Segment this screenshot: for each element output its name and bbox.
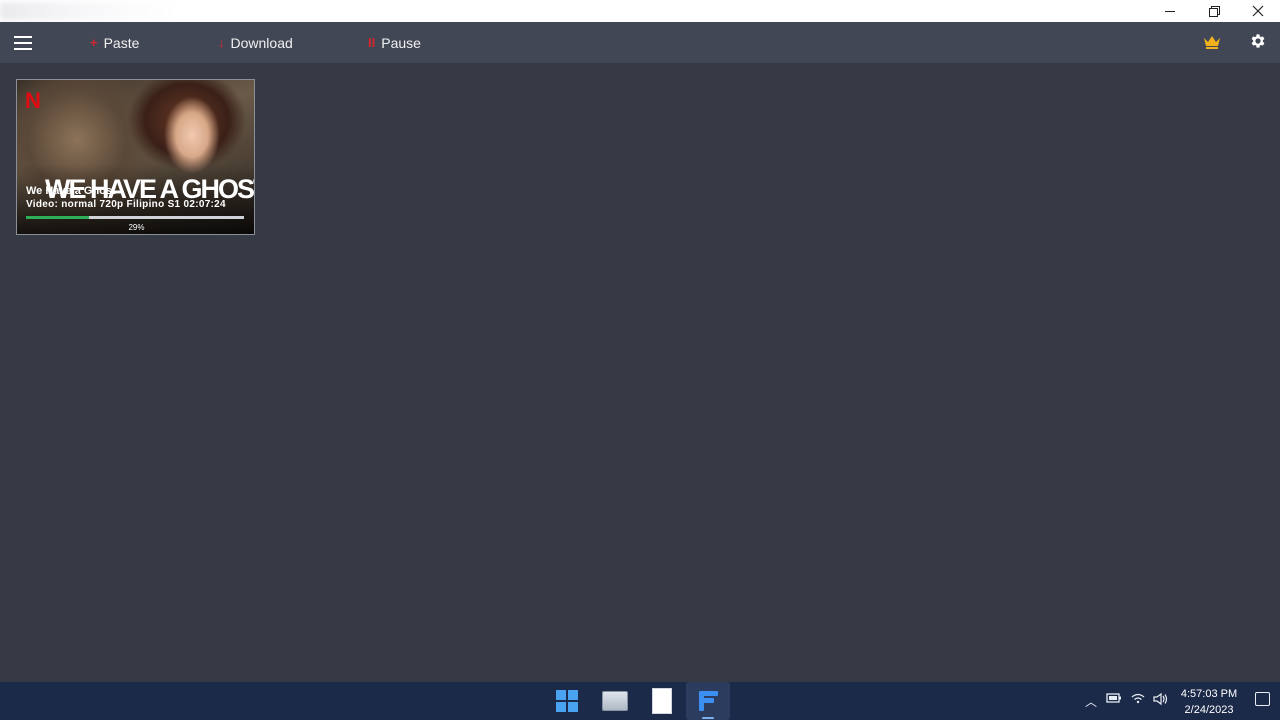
download-info: Video: normal 720p Filipino S1 02:07:24 xyxy=(26,199,226,210)
file-explorer-icon xyxy=(602,691,628,711)
pause-icon: II xyxy=(368,35,376,50)
downloader-app-icon xyxy=(696,689,720,713)
start-button[interactable] xyxy=(545,682,589,720)
downloads-area: N WE HAVE A GHOST We Have a Ghost Video:… xyxy=(0,63,1280,682)
system-clock[interactable]: 4:57:03 PM 2/24/2023 xyxy=(1172,686,1246,718)
progress-percent: 29% xyxy=(128,223,145,232)
battery-icon[interactable] xyxy=(1106,692,1122,704)
document-icon xyxy=(652,688,672,714)
download-label: Download xyxy=(230,34,293,51)
download-title: We Have a Ghost xyxy=(26,185,116,197)
netflix-logo: N xyxy=(25,88,41,113)
progress-fill xyxy=(26,216,90,219)
pause-button[interactable]: II Pause xyxy=(368,22,421,63)
wifi-icon[interactable] xyxy=(1130,692,1146,704)
toolbar: + Paste ↓ Download II Pause xyxy=(0,22,1280,63)
downloader-app-button[interactable] xyxy=(686,682,730,720)
settings-gear-icon[interactable] xyxy=(1249,32,1267,50)
volume-icon[interactable] xyxy=(1152,692,1168,706)
minimize-button[interactable] xyxy=(1148,0,1192,22)
progress-bar xyxy=(26,216,244,219)
notification-icon[interactable] xyxy=(1255,692,1270,706)
pause-label: Pause xyxy=(381,34,421,51)
close-icon xyxy=(1252,5,1264,17)
download-button[interactable]: ↓ Download xyxy=(218,22,293,63)
close-button[interactable] xyxy=(1236,0,1280,22)
minimize-icon xyxy=(1165,10,1175,12)
document-button[interactable] xyxy=(640,682,684,720)
premium-crown-icon[interactable] xyxy=(1202,34,1222,50)
paste-button[interactable]: + Paste xyxy=(90,22,139,63)
restore-icon xyxy=(1209,6,1220,17)
paste-label: Paste xyxy=(103,34,140,51)
window-title xyxy=(0,2,180,20)
download-icon: ↓ xyxy=(218,35,225,50)
clock-time: 4:57:03 PM xyxy=(1180,688,1238,700)
windows-start-icon xyxy=(556,690,578,712)
hamburger-menu-icon[interactable] xyxy=(14,36,32,50)
chevron-up-icon[interactable]: ︿ xyxy=(1085,693,1097,710)
title-bar xyxy=(0,0,1280,22)
file-explorer-button[interactable] xyxy=(593,682,637,720)
download-card[interactable]: N WE HAVE A GHOST We Have a Ghost Video:… xyxy=(16,79,255,235)
maximize-button[interactable] xyxy=(1192,0,1236,22)
clock-date: 2/24/2023 xyxy=(1184,704,1234,716)
plus-icon: + xyxy=(90,35,98,50)
